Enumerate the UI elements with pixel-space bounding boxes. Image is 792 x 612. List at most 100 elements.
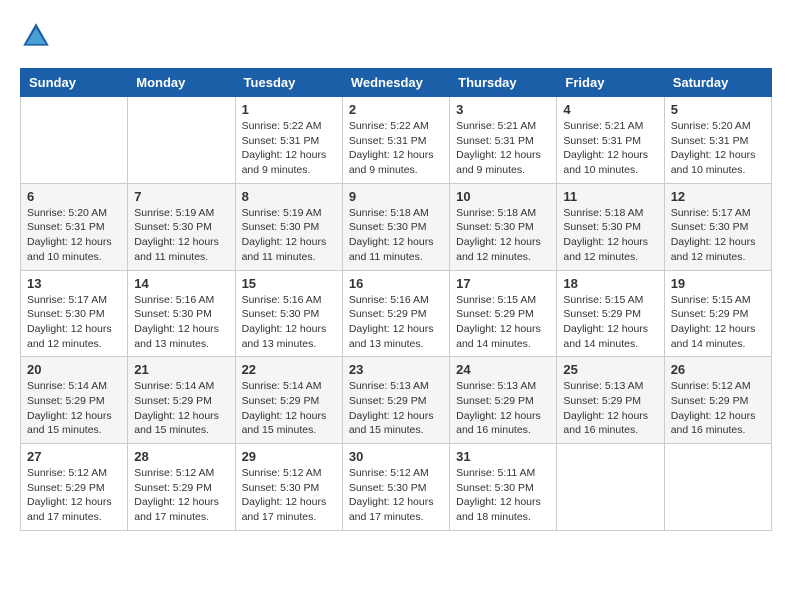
calendar-cell: 21Sunrise: 5:14 AM Sunset: 5:29 PM Dayli… [128, 357, 235, 444]
day-number: 18 [563, 276, 657, 291]
calendar: SundayMondayTuesdayWednesdayThursdayFrid… [20, 68, 772, 531]
header-cell-monday: Monday [128, 69, 235, 97]
day-number: 6 [27, 189, 121, 204]
day-number: 26 [671, 362, 765, 377]
day-info: Sunrise: 5:17 AM Sunset: 5:30 PM Dayligh… [27, 293, 121, 352]
day-number: 1 [242, 102, 336, 117]
calendar-cell: 12Sunrise: 5:17 AM Sunset: 5:30 PM Dayli… [664, 183, 771, 270]
day-number: 23 [349, 362, 443, 377]
calendar-cell: 25 Sunrise: 5:13 AM Sunset: 5:29 PM Dayli… [557, 357, 664, 444]
week-row: 27 Sunrise: 5:12 AM Sunset: 5:29 PM Dayli… [21, 444, 772, 531]
day-info: Sunrise: 5:20 AM Sunset: 5:31 PM Dayligh… [27, 206, 121, 265]
day-number: 30 [349, 449, 443, 464]
header-cell-thursday: Thursday [450, 69, 557, 97]
calendar-cell [557, 444, 664, 531]
calendar-cell: 10 Sunrise: 5:18 AM Sunset: 5:30 PM Dayli… [450, 183, 557, 270]
day-info: Sunrise: 5:15 AM Sunset: 5:29 PM Dayligh… [671, 293, 765, 352]
calendar-cell: 11Sunrise: 5:18 AM Sunset: 5:30 PM Dayli… [557, 183, 664, 270]
day-number: 5 [671, 102, 765, 117]
day-info: Sunrise: 5:15 AM Sunset: 5:29 PM Dayligh… [456, 293, 550, 352]
calendar-cell: 23Sunrise: 5:13 AM Sunset: 5:29 PM Dayli… [342, 357, 449, 444]
day-number: 15 [242, 276, 336, 291]
header-cell-sunday: Sunday [21, 69, 128, 97]
calendar-cell: 18 Sunrise: 5:15 AM Sunset: 5:29 PM Dayli… [557, 270, 664, 357]
day-number: 13 [27, 276, 121, 291]
day-info: Sunrise: 5:22 AM Sunset: 5:31 PM Dayligh… [349, 119, 443, 178]
calendar-cell: 29 Sunrise: 5:12 AM Sunset: 5:30 PM Dayli… [235, 444, 342, 531]
day-number: 27 [27, 449, 121, 464]
day-info: Sunrise: 5:13 AM Sunset: 5:29 PM Dayligh… [456, 379, 550, 438]
calendar-cell: 3 Sunrise: 5:21 AM Sunset: 5:31 PM Daylig… [450, 97, 557, 184]
day-info: Sunrise: 5:14 AM Sunset: 5:29 PM Dayligh… [242, 379, 336, 438]
day-info: Sunrise: 5:12 AM Sunset: 5:29 PM Dayligh… [27, 466, 121, 525]
week-row: 13 Sunrise: 5:17 AM Sunset: 5:30 PM Dayli… [21, 270, 772, 357]
day-info: Sunrise: 5:21 AM Sunset: 5:31 PM Dayligh… [456, 119, 550, 178]
logo-icon [20, 20, 52, 52]
header-cell-saturday: Saturday [664, 69, 771, 97]
calendar-cell: 26 Sunrise: 5:12 AM Sunset: 5:29 PM Dayli… [664, 357, 771, 444]
day-number: 9 [349, 189, 443, 204]
day-number: 19 [671, 276, 765, 291]
header-cell-friday: Friday [557, 69, 664, 97]
calendar-cell: 17 Sunrise: 5:15 AM Sunset: 5:29 PM Dayli… [450, 270, 557, 357]
calendar-cell: 31 Sunrise: 5:11 AM Sunset: 5:30 PM Dayli… [450, 444, 557, 531]
day-number: 2 [349, 102, 443, 117]
day-number: 24 [456, 362, 550, 377]
calendar-cell: 6 Sunrise: 5:20 AM Sunset: 5:31 PM Daylig… [21, 183, 128, 270]
calendar-cell: 28 Sunrise: 5:12 AM Sunset: 5:29 PM Dayli… [128, 444, 235, 531]
week-row: 6 Sunrise: 5:20 AM Sunset: 5:31 PM Daylig… [21, 183, 772, 270]
calendar-cell: 13 Sunrise: 5:17 AM Sunset: 5:30 PM Dayli… [21, 270, 128, 357]
calendar-cell: 24 Sunrise: 5:13 AM Sunset: 5:29 PM Dayli… [450, 357, 557, 444]
day-info: Sunrise: 5:16 AM Sunset: 5:30 PM Dayligh… [242, 293, 336, 352]
week-row: 20 Sunrise: 5:14 AM Sunset: 5:29 PM Dayli… [21, 357, 772, 444]
day-number: 16 [349, 276, 443, 291]
calendar-cell: 1 Sunrise: 5:22 AM Sunset: 5:31 PM Daylig… [235, 97, 342, 184]
header-cell-tuesday: Tuesday [235, 69, 342, 97]
calendar-cell: 27 Sunrise: 5:12 AM Sunset: 5:29 PM Dayli… [21, 444, 128, 531]
day-number: 4 [563, 102, 657, 117]
calendar-cell [128, 97, 235, 184]
day-number: 12 [671, 189, 765, 204]
day-number: 7 [134, 189, 228, 204]
calendar-cell: 16 Sunrise: 5:16 AM Sunset: 5:29 PM Dayli… [342, 270, 449, 357]
day-number: 25 [563, 362, 657, 377]
header [20, 20, 772, 52]
header-cell-wednesday: Wednesday [342, 69, 449, 97]
day-info: Sunrise: 5:21 AM Sunset: 5:31 PM Dayligh… [563, 119, 657, 178]
day-info: Sunrise: 5:20 AM Sunset: 5:31 PM Dayligh… [671, 119, 765, 178]
calendar-cell [21, 97, 128, 184]
day-info: Sunrise: 5:18 AM Sunset: 5:30 PM Dayligh… [456, 206, 550, 265]
day-number: 17 [456, 276, 550, 291]
day-info: Sunrise: 5:16 AM Sunset: 5:29 PM Dayligh… [349, 293, 443, 352]
day-info: Sunrise: 5:15 AM Sunset: 5:29 PM Dayligh… [563, 293, 657, 352]
day-info: Sunrise: 5:13 AM Sunset: 5:29 PM Dayligh… [563, 379, 657, 438]
day-number: 14 [134, 276, 228, 291]
day-info: Sunrise: 5:19 AM Sunset: 5:30 PM Dayligh… [242, 206, 336, 265]
calendar-cell: 4 Sunrise: 5:21 AM Sunset: 5:31 PM Daylig… [557, 97, 664, 184]
day-info: Sunrise: 5:12 AM Sunset: 5:30 PM Dayligh… [242, 466, 336, 525]
calendar-cell: 8Sunrise: 5:19 AM Sunset: 5:30 PM Daylig… [235, 183, 342, 270]
calendar-cell: 5 Sunrise: 5:20 AM Sunset: 5:31 PM Daylig… [664, 97, 771, 184]
day-number: 20 [27, 362, 121, 377]
day-info: Sunrise: 5:22 AM Sunset: 5:31 PM Dayligh… [242, 119, 336, 178]
day-info: Sunrise: 5:12 AM Sunset: 5:29 PM Dayligh… [671, 379, 765, 438]
calendar-cell: 9 Sunrise: 5:18 AM Sunset: 5:30 PM Daylig… [342, 183, 449, 270]
day-number: 21 [134, 362, 228, 377]
calendar-cell: 20 Sunrise: 5:14 AM Sunset: 5:29 PM Dayli… [21, 357, 128, 444]
day-number: 28 [134, 449, 228, 464]
day-info: Sunrise: 5:12 AM Sunset: 5:30 PM Dayligh… [349, 466, 443, 525]
calendar-cell: 7Sunrise: 5:19 AM Sunset: 5:30 PM Daylig… [128, 183, 235, 270]
day-number: 31 [456, 449, 550, 464]
day-number: 22 [242, 362, 336, 377]
day-number: 10 [456, 189, 550, 204]
day-number: 29 [242, 449, 336, 464]
calendar-cell: 2 Sunrise: 5:22 AM Sunset: 5:31 PM Daylig… [342, 97, 449, 184]
day-info: Sunrise: 5:12 AM Sunset: 5:29 PM Dayligh… [134, 466, 228, 525]
day-info: Sunrise: 5:18 AM Sunset: 5:30 PM Dayligh… [349, 206, 443, 265]
day-info: Sunrise: 5:14 AM Sunset: 5:29 PM Dayligh… [27, 379, 121, 438]
day-info: Sunrise: 5:16 AM Sunset: 5:30 PM Dayligh… [134, 293, 228, 352]
day-info: Sunrise: 5:11 AM Sunset: 5:30 PM Dayligh… [456, 466, 550, 525]
day-number: 3 [456, 102, 550, 117]
calendar-cell: 30 Sunrise: 5:12 AM Sunset: 5:30 PM Dayli… [342, 444, 449, 531]
calendar-cell: 15 Sunrise: 5:16 AM Sunset: 5:30 PM Dayli… [235, 270, 342, 357]
